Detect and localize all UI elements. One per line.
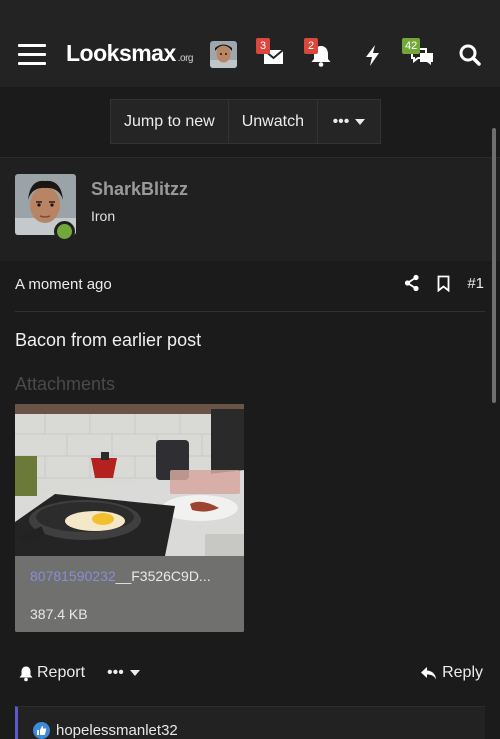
chevron-down-icon xyxy=(355,118,366,125)
search-icon xyxy=(459,44,481,66)
whats-new-button[interactable] xyxy=(358,41,388,69)
divider xyxy=(15,311,485,312)
jump-to-new-button[interactable]: Jump to new xyxy=(111,100,229,143)
thread-more-button[interactable]: ••• xyxy=(318,100,380,143)
conversations-button[interactable]: 3 xyxy=(256,38,288,69)
new-posts-button[interactable]: 42 xyxy=(402,38,438,69)
post-number[interactable]: #1 xyxy=(467,275,484,292)
report-button[interactable]: Report xyxy=(18,664,85,682)
bookmark-icon[interactable] xyxy=(437,275,450,292)
attachments-heading: Attachments xyxy=(15,374,116,394)
site-logo[interactable]: Looksmax .org xyxy=(66,40,194,67)
author-title: Iron xyxy=(91,208,116,224)
post-body: Bacon from earlier post xyxy=(15,330,202,350)
conversations-badge: 3 xyxy=(256,38,270,54)
avatar[interactable] xyxy=(210,41,237,68)
chevron-down-icon xyxy=(129,669,140,676)
thread-actions: Jump to new Unwatch ••• xyxy=(110,99,381,144)
site-header: Looksmax .org 3 2 42 xyxy=(0,22,500,88)
post-timestamp[interactable]: A moment ago xyxy=(15,276,112,293)
unwatch-button[interactable]: Unwatch xyxy=(229,100,318,143)
menu-icon[interactable] xyxy=(18,43,46,67)
reactions-bar: hopelessmanlet32 xyxy=(15,706,485,739)
search-button[interactable] xyxy=(456,41,486,69)
bolt-icon xyxy=(366,45,379,66)
more-dots: ••• xyxy=(332,113,350,130)
reaction-username[interactable]: hopelessmanlet32 xyxy=(56,722,178,739)
bell-icon xyxy=(19,666,33,681)
author-pointer xyxy=(35,252,53,261)
attachment-filename[interactable]: 80781590232__F3526C9D... xyxy=(30,568,211,584)
post-author: SharkBlitzz Iron xyxy=(0,157,500,261)
reply-icon xyxy=(421,666,437,679)
attachment-thumbnail[interactable]: 80781590232__F3526C9D... 387.4 KB xyxy=(15,404,244,632)
new-posts-badge: 42 xyxy=(402,38,421,54)
author-username[interactable]: SharkBlitzz xyxy=(91,179,188,200)
share-icon[interactable] xyxy=(404,274,420,292)
post-footer-left: Report ••• xyxy=(18,664,140,682)
attachment-size: 387.4 KB xyxy=(30,606,88,622)
scrollbar[interactable] xyxy=(492,128,496,403)
reply-button[interactable]: Reply xyxy=(420,664,483,682)
status-bar xyxy=(0,0,500,22)
alerts-button[interactable]: 2 xyxy=(304,38,336,69)
alerts-badge: 2 xyxy=(304,38,318,54)
post-more-button[interactable]: ••• xyxy=(107,664,140,682)
post-meta-actions: #1 xyxy=(404,274,484,292)
online-status-indicator xyxy=(54,221,75,242)
like-icon xyxy=(33,722,50,739)
